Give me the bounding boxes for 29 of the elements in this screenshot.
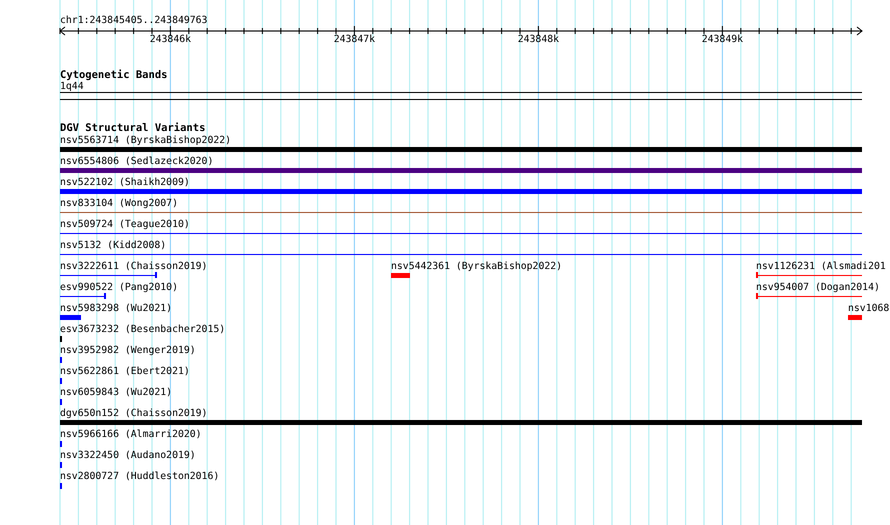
ruler-tick-label: 243848k [518, 34, 560, 46]
feature-label: nsv833104 (Wong2007) [60, 198, 178, 210]
track-title: DGV Structural Variants [60, 122, 206, 134]
feature-label: nsv5563714 (ByrskaBishop2022) [60, 135, 232, 147]
ruler-tick-label: 243847k [334, 34, 376, 46]
feature-label: nsv3322450 (Audano2019) [60, 450, 196, 462]
feature-label: nsv2800727 (Huddleston2016) [60, 471, 220, 483]
feature-label: nsv5966166 (Almarri2020) [60, 429, 202, 441]
feature-label: nsv5983298 (Wu2021) [60, 303, 172, 315]
feature-label: 1q44 [60, 81, 84, 93]
ruler-tick-label: 243846k [150, 34, 192, 46]
feature-label: nsv6554806 (Sedlazeck2020) [60, 156, 214, 168]
region-label: chr1:243845405..243849763 [60, 15, 208, 27]
feature-label: nsv1126231 (Alsmadi201 [756, 261, 886, 273]
feature-label: nsv5442361 (ByrskaBishop2022) [391, 261, 562, 273]
feature-label: nsv6059843 (Wu2021) [60, 387, 172, 399]
feature-label: nsv1068 [848, 303, 890, 315]
track-title: Cytogenetic Bands [60, 69, 168, 81]
feature-label: nsv522102 (Shaikh2009) [60, 177, 190, 189]
feature-label: nsv5622861 (Ebert2021) [60, 366, 190, 378]
feature-label: nsv954007 (Dogan2014) [756, 282, 880, 294]
ruler-tick-label: 243849k [702, 34, 744, 46]
feature-label: nsv509724 (Teague2010) [60, 219, 190, 231]
feature-label: dgv650n152 (Chaisson2019) [60, 408, 208, 420]
feature-label: nsv5132 (Kidd2008) [60, 240, 166, 252]
feature-label: esv990522 (Pang2010) [60, 282, 178, 294]
feature-label: nsv3222611 (Chaisson2019) [60, 261, 208, 273]
feature-label: esv3673232 (Besenbacher2015) [60, 324, 226, 336]
feature-label: nsv3952982 (Wenger2019) [60, 345, 196, 357]
